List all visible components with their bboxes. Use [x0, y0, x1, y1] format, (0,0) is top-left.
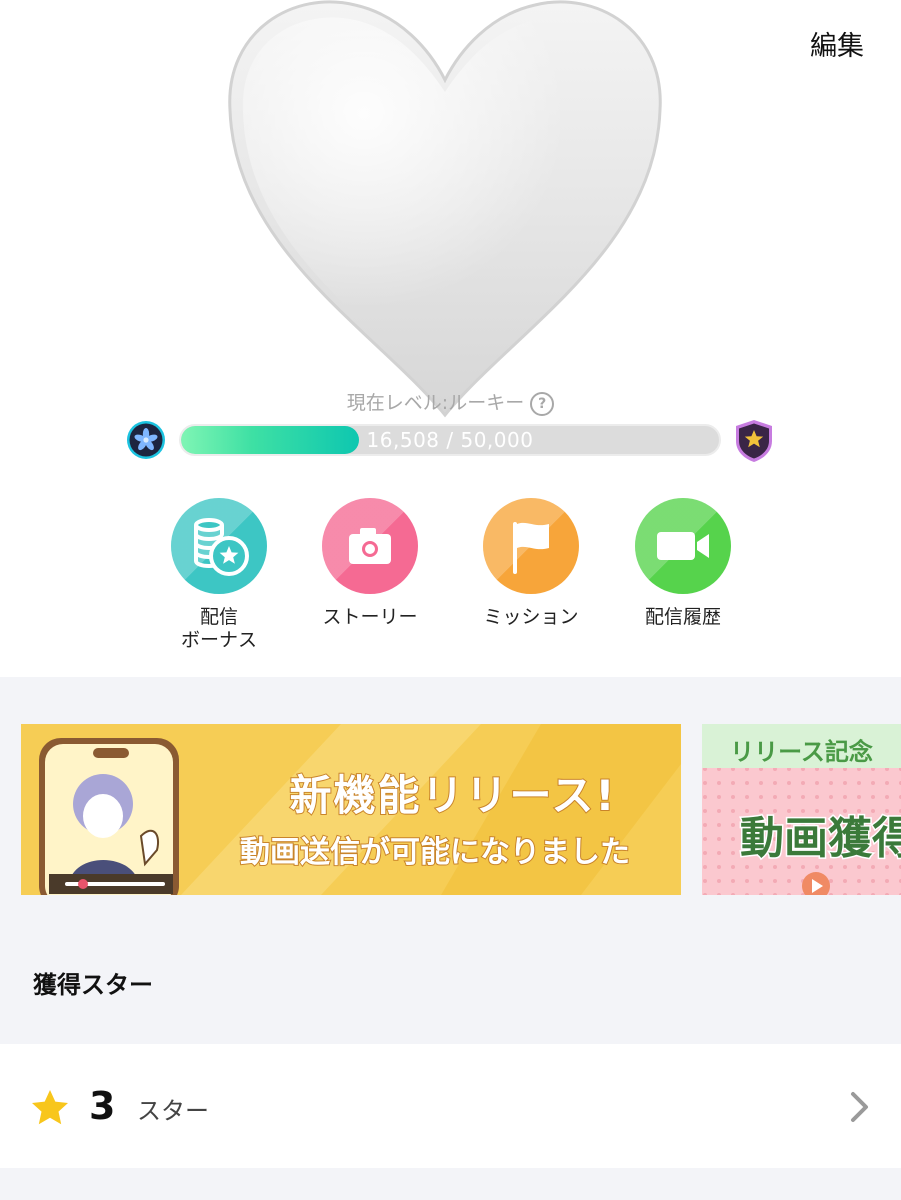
menu-stream-history[interactable]: 配信履歴 — [613, 498, 753, 629]
question-circle-icon[interactable]: ? — [530, 392, 555, 416]
menu-mission[interactable]: ミッション — [461, 498, 601, 629]
video-camera-icon — [635, 498, 731, 594]
menu-label-mission: ミッション — [483, 606, 579, 628]
menu-label-stream-history: 配信履歴 — [644, 606, 721, 628]
current-level-label: 現在レベル:ルーキー? — [0, 388, 901, 416]
star-unit: スター — [137, 1097, 209, 1125]
rookie-badge-icon — [126, 420, 166, 460]
level-text: 現在レベル:ルーキー — [346, 392, 525, 414]
banner-subtitle: 動画送信が可能になりました — [239, 834, 631, 871]
earned-stars-row[interactable]: 3 スター — [0, 1044, 901, 1168]
heart-avatar-icon[interactable] — [225, 0, 665, 420]
menu-label-streaming-bonus: 配信 ボーナス — [180, 606, 257, 651]
level-progress-text: 16,508 / 50,000 — [366, 428, 534, 452]
edit-button[interactable]: 編集 — [810, 24, 864, 63]
coins-star-icon — [171, 498, 267, 594]
release-campaign-banner[interactable]: リリース記念 動画獲得 — [702, 724, 901, 895]
menu-streaming-bonus[interactable]: 配信 ボーナス — [149, 498, 289, 652]
quick-menu: 配信 ボーナス ストーリー ミッション 配信履歴 — [0, 498, 901, 668]
star-count: 3 — [89, 1084, 116, 1128]
earned-stars-title: 獲得スター — [33, 971, 153, 999]
banner-title: 新機能リリース! — [288, 770, 617, 821]
profile-header: 編集 現在レベル:ルーキー? 16,508 / 50,000 配信 ボーナス ス… — [0, 0, 901, 677]
camera-icon — [322, 498, 418, 594]
banner2-title: 動画獲得 — [739, 812, 901, 866]
next-level-shield-icon — [734, 419, 774, 463]
chevron-right-icon — [848, 1090, 872, 1124]
menu-story[interactable]: ストーリー — [300, 498, 440, 629]
new-feature-banner[interactable]: 新機能リリース! 動画送信が可能になりました — [21, 724, 681, 895]
star-icon — [30, 1088, 70, 1128]
bottom-spacer — [0, 1168, 901, 1200]
menu-label-story: ストーリー — [322, 606, 418, 628]
level-progress-bar: 16,508 / 50,000 — [179, 424, 721, 456]
flag-icon — [483, 498, 579, 594]
banner2-top: リリース記念 — [730, 738, 873, 766]
